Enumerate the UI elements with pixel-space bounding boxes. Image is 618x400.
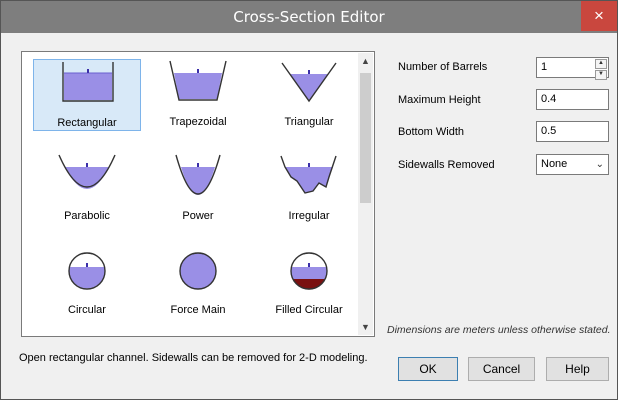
- title-bar[interactable]: Cross-Section Editor ×: [1, 1, 617, 33]
- max-height-field[interactable]: 0.4: [536, 89, 609, 110]
- shape-tile-force-main[interactable]: Force Main: [144, 247, 252, 319]
- scroll-down-icon[interactable]: ▼: [358, 319, 373, 335]
- shape-label: Force Main: [170, 304, 226, 316]
- cancel-button[interactable]: Cancel: [468, 357, 535, 381]
- help-button[interactable]: Help: [546, 357, 609, 381]
- scroll-thumb[interactable]: [360, 73, 371, 203]
- scroll-up-icon[interactable]: ▲: [358, 53, 373, 69]
- max-height-label: Maximum Height: [398, 94, 481, 106]
- shape-tile-parabolic[interactable]: Parabolic: [33, 153, 141, 225]
- close-button[interactable]: ×: [581, 1, 617, 31]
- chevron-down-icon: ⌄: [595, 159, 604, 170]
- units-note: Dimensions are meters unless otherwise s…: [387, 324, 611, 336]
- sidewalls-value: None: [541, 158, 568, 170]
- close-icon: ×: [594, 6, 604, 25]
- spin-down-icon[interactable]: ▼: [595, 70, 607, 80]
- shape-tile-filled-circular[interactable]: Filled Circular: [255, 247, 363, 319]
- barrels-stepper[interactable]: 1 ▲ ▼: [536, 57, 609, 80]
- filled-circular-icon: [290, 252, 328, 290]
- circular-conduit-icon: [68, 252, 106, 290]
- shape-list-scrollbar[interactable]: ▲ ▼: [358, 53, 373, 335]
- bottom-width-field[interactable]: 0.5: [536, 121, 609, 142]
- shape-tile-rectangular[interactable]: Rectangular: [33, 59, 141, 131]
- sidewalls-select[interactable]: None ⌄: [536, 154, 609, 175]
- shape-label: Power: [182, 210, 214, 222]
- shape-label: Irregular: [288, 210, 330, 222]
- shape-label: Parabolic: [64, 210, 110, 222]
- shape-label: Circular: [68, 304, 106, 316]
- force-main-icon: [179, 252, 217, 290]
- shape-label: Triangular: [284, 116, 334, 128]
- spin-buttons[interactable]: ▲ ▼: [595, 59, 607, 80]
- sidewalls-label: Sidewalls Removed: [398, 159, 495, 171]
- shape-tile-trapezoidal[interactable]: Trapezoidal: [144, 59, 252, 131]
- shape-label: Filled Circular: [275, 304, 343, 316]
- max-height-value: 0.4: [541, 93, 557, 105]
- bottom-width-label: Bottom Width: [398, 126, 465, 138]
- irregular-channel-icon: [280, 155, 337, 194]
- cross-section-editor-dialog: Cross-Section Editor × Rectangular Trape…: [0, 0, 618, 400]
- shape-tile-power[interactable]: Power: [144, 153, 252, 225]
- power-channel-icon: [175, 154, 221, 195]
- shape-description: Open rectangular channel. Sidewalls can …: [19, 352, 368, 364]
- shape-tile-triangular[interactable]: Triangular: [255, 59, 363, 131]
- triangular-channel-icon: [281, 62, 337, 103]
- shape-label: Trapezoidal: [169, 116, 227, 128]
- ok-button[interactable]: OK: [398, 357, 458, 381]
- rectangular-channel-icon: [62, 62, 114, 102]
- parabolic-channel-icon: [58, 154, 116, 189]
- shape-list[interactable]: Rectangular Trapezoidal Triangular Parab…: [21, 51, 375, 337]
- bottom-width-value: 0.5: [541, 125, 557, 137]
- spin-up-icon[interactable]: ▲: [595, 59, 607, 69]
- barrels-label: Number of Barrels: [398, 61, 488, 73]
- trapezoidal-channel-icon: [169, 60, 227, 101]
- shape-label: Rectangular: [57, 117, 117, 129]
- dialog-title: Cross-Section Editor: [233, 8, 385, 26]
- shape-tile-circular[interactable]: Circular: [33, 247, 141, 319]
- shape-tile-irregular[interactable]: Irregular: [255, 153, 363, 225]
- barrels-value: 1: [541, 61, 548, 73]
